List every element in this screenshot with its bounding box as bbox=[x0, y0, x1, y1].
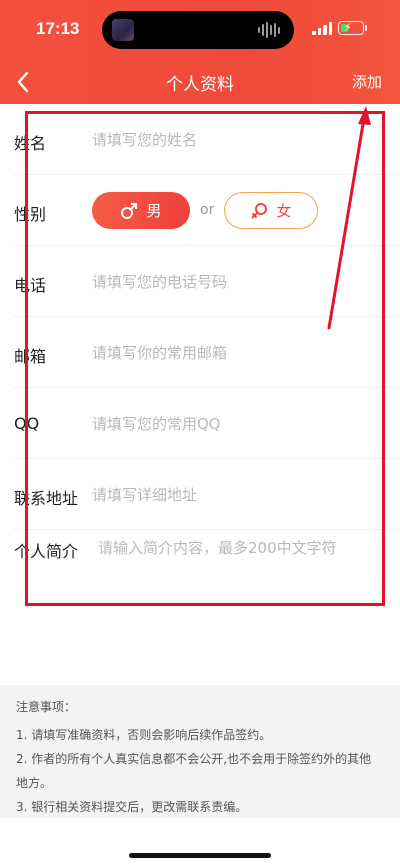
phone-label: 电话 bbox=[14, 276, 47, 295]
name-label: 姓名 bbox=[14, 134, 47, 153]
female-symbol-icon bbox=[251, 202, 268, 219]
phone-input[interactable] bbox=[92, 269, 382, 295]
gender-male-label: 男 bbox=[146, 202, 162, 220]
battery-cap bbox=[365, 25, 367, 31]
gender-female-button[interactable]: 女 bbox=[224, 192, 318, 229]
notice-line: 地方。 bbox=[16, 776, 53, 790]
name-input[interactable] bbox=[92, 127, 382, 153]
male-symbol-icon bbox=[121, 202, 138, 219]
form-row-qq: QQ bbox=[14, 388, 400, 459]
form-row-gender: 性别 男 or 女 bbox=[14, 175, 400, 246]
form-row-phone: 电话 bbox=[14, 246, 400, 317]
email-label: 邮箱 bbox=[14, 347, 47, 366]
notice-line: 3. 银行相关资料提交后，更改需联系责编。 bbox=[16, 800, 248, 814]
app-header: 17:13 ⚡ 个人资料 添加 bbox=[0, 0, 400, 104]
form-row-address: 联系地址 bbox=[14, 459, 400, 530]
gender-label: 性别 bbox=[14, 205, 47, 224]
address-input[interactable] bbox=[92, 482, 382, 508]
charging-bolt-icon: ⚡ bbox=[344, 21, 352, 34]
form-row-intro: 个人简介 bbox=[14, 530, 400, 601]
page-title: 个人资料 bbox=[166, 75, 234, 95]
intro-input[interactable] bbox=[98, 535, 388, 561]
gender-female-label: 女 bbox=[276, 202, 292, 220]
intro-label: 个人简介 bbox=[14, 542, 79, 561]
form-row-email: 邮箱 bbox=[14, 317, 400, 388]
notice-panel: 注意事项： 1. 请填写准确资料，否则会影响后续作品签约。 2. 作者的所有个人… bbox=[0, 685, 400, 818]
email-input[interactable] bbox=[92, 340, 382, 366]
gender-male-button[interactable]: 男 bbox=[92, 192, 190, 229]
audio-waveform-icon bbox=[258, 22, 280, 38]
form-row-name: 姓名 bbox=[14, 104, 400, 175]
qq-label: QQ bbox=[14, 414, 40, 433]
profile-form: 姓名 性别 男 or 女 电话 邮箱 QQ bbox=[0, 104, 400, 601]
add-button[interactable]: 添加 bbox=[352, 71, 382, 92]
notice-line: 2. 作者的所有个人真实信息都不会公开,也不会用于除签约外的其他 bbox=[16, 752, 372, 766]
now-playing-artwork bbox=[112, 19, 134, 41]
cellular-signal-icon bbox=[312, 22, 332, 35]
dynamic-island bbox=[102, 11, 294, 49]
status-time: 17:13 bbox=[36, 19, 80, 38]
notice-title: 注意事项： bbox=[16, 700, 77, 714]
address-label: 联系地址 bbox=[14, 489, 79, 508]
home-indicator[interactable] bbox=[129, 853, 271, 858]
gender-or-text: or bbox=[200, 202, 215, 218]
notice-line: 1. 请填写准确资料，否则会影响后续作品签约。 bbox=[16, 728, 272, 742]
status-bar: 17:13 ⚡ bbox=[0, 0, 400, 60]
qq-input[interactable] bbox=[92, 411, 382, 437]
